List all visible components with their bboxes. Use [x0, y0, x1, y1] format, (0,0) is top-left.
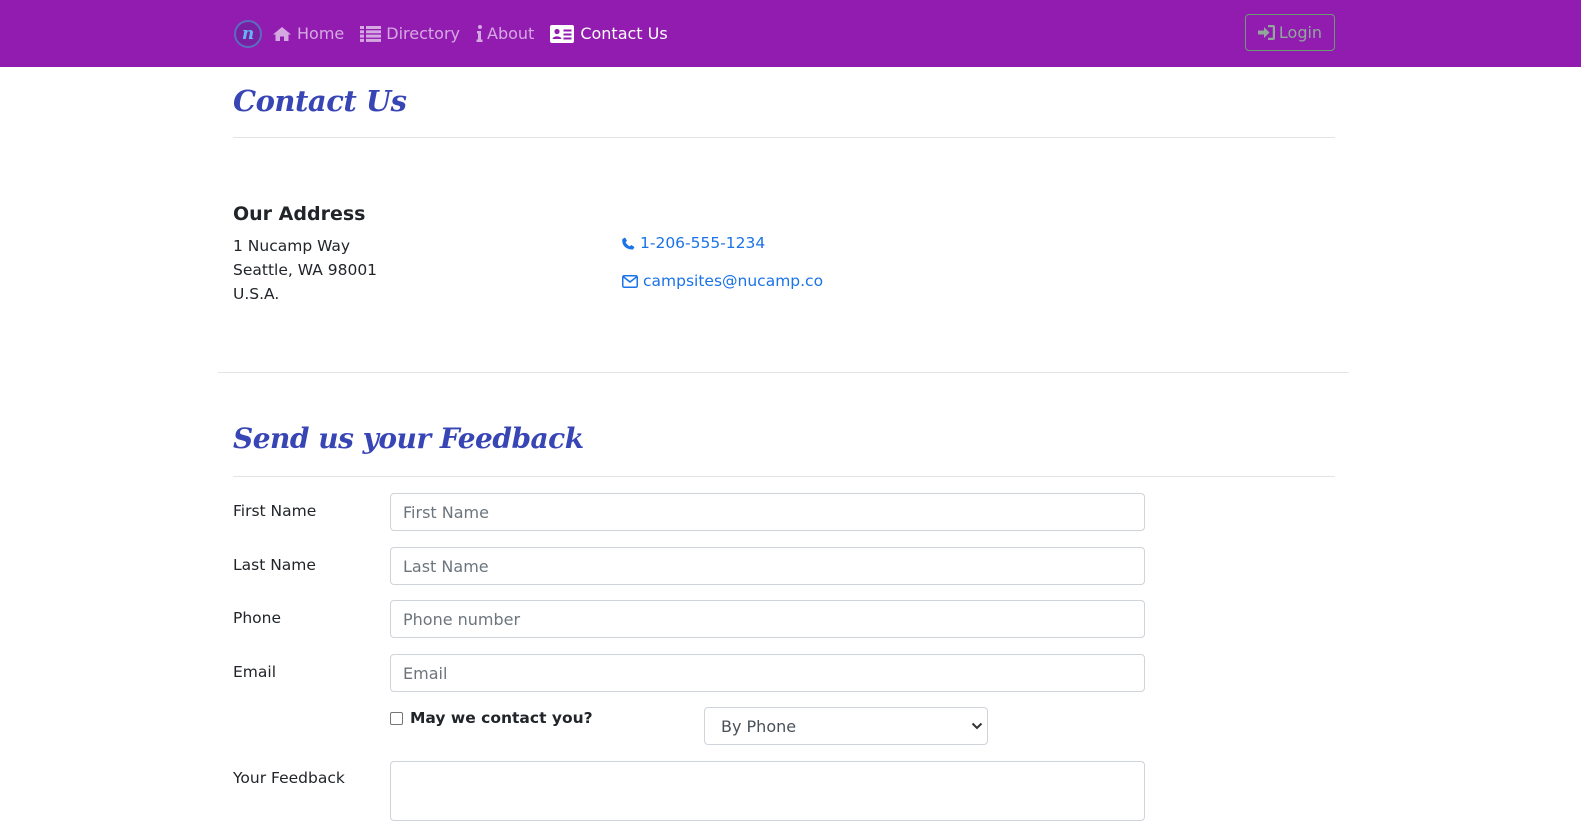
first-name-label: First Name — [233, 502, 317, 520]
nav-links: n Home Directory About Contact Us — [234, 0, 668, 67]
home-icon — [272, 26, 292, 42]
login-button[interactable]: Login — [1245, 14, 1335, 51]
contact-checkbox[interactable] — [390, 711, 403, 725]
envelope-icon — [622, 274, 638, 288]
address-line-2: Seattle, WA 98001 — [233, 261, 378, 279]
address-line-1: 1 Nucamp Way — [233, 237, 351, 255]
last-name-label: Last Name — [233, 556, 316, 574]
list-icon — [360, 25, 382, 42]
feedback-textarea[interactable] — [390, 761, 1145, 821]
chevron-down-icon — [971, 722, 983, 730]
contact-permission: May we contact you? — [390, 709, 593, 727]
nav-directory-link[interactable]: Directory — [360, 24, 460, 43]
email-address: campsites@nucamp.co — [643, 272, 824, 290]
sign-in-icon — [1257, 25, 1275, 40]
feedback-label: Your Feedback — [233, 769, 345, 787]
info-icon — [476, 25, 483, 42]
login-label: Login — [1278, 23, 1323, 42]
nav-about-link[interactable]: About — [476, 24, 534, 43]
feedback-divider — [233, 476, 1335, 477]
phone-input[interactable] — [390, 600, 1145, 638]
page-title: Contact Us — [233, 84, 407, 118]
email-input[interactable] — [390, 654, 1145, 692]
feedback-title: Send us your Feedback — [233, 422, 584, 455]
nav-contact-label: Contact Us — [580, 24, 668, 43]
navbar: n Home Directory About Contact Us Login — [0, 0, 1581, 67]
nav-about-label: About — [487, 24, 535, 43]
brand-logo[interactable]: n — [234, 19, 262, 48]
contact-method-select[interactable]: By Phone — [704, 707, 988, 745]
nav-home-label: Home — [297, 24, 345, 43]
phone-icon — [622, 237, 635, 250]
address-line-3: U.S.A. — [233, 285, 280, 303]
last-name-input[interactable] — [390, 547, 1145, 585]
phone-label: Phone — [233, 609, 282, 627]
contact-method-value: By Phone — [721, 716, 797, 736]
phone-number: 1-206-555-1234 — [640, 234, 766, 252]
first-name-input[interactable] — [390, 493, 1145, 531]
section-divider — [218, 372, 1349, 373]
contact-checkbox-label: May we contact you? — [410, 709, 593, 727]
phone-link[interactable]: 1-206-555-1234 — [622, 234, 765, 252]
nav-contact-link[interactable]: Contact Us — [550, 24, 668, 43]
brand-letter: n — [241, 23, 255, 44]
nav-home-link[interactable]: Home — [272, 24, 344, 43]
address-card-icon — [550, 24, 575, 43]
address-heading: Our Address — [233, 203, 366, 225]
email-label: Email — [233, 663, 277, 681]
email-link[interactable]: campsites@nucamp.co — [622, 272, 823, 290]
nav-directory-label: Directory — [386, 24, 460, 43]
title-divider — [233, 137, 1335, 138]
